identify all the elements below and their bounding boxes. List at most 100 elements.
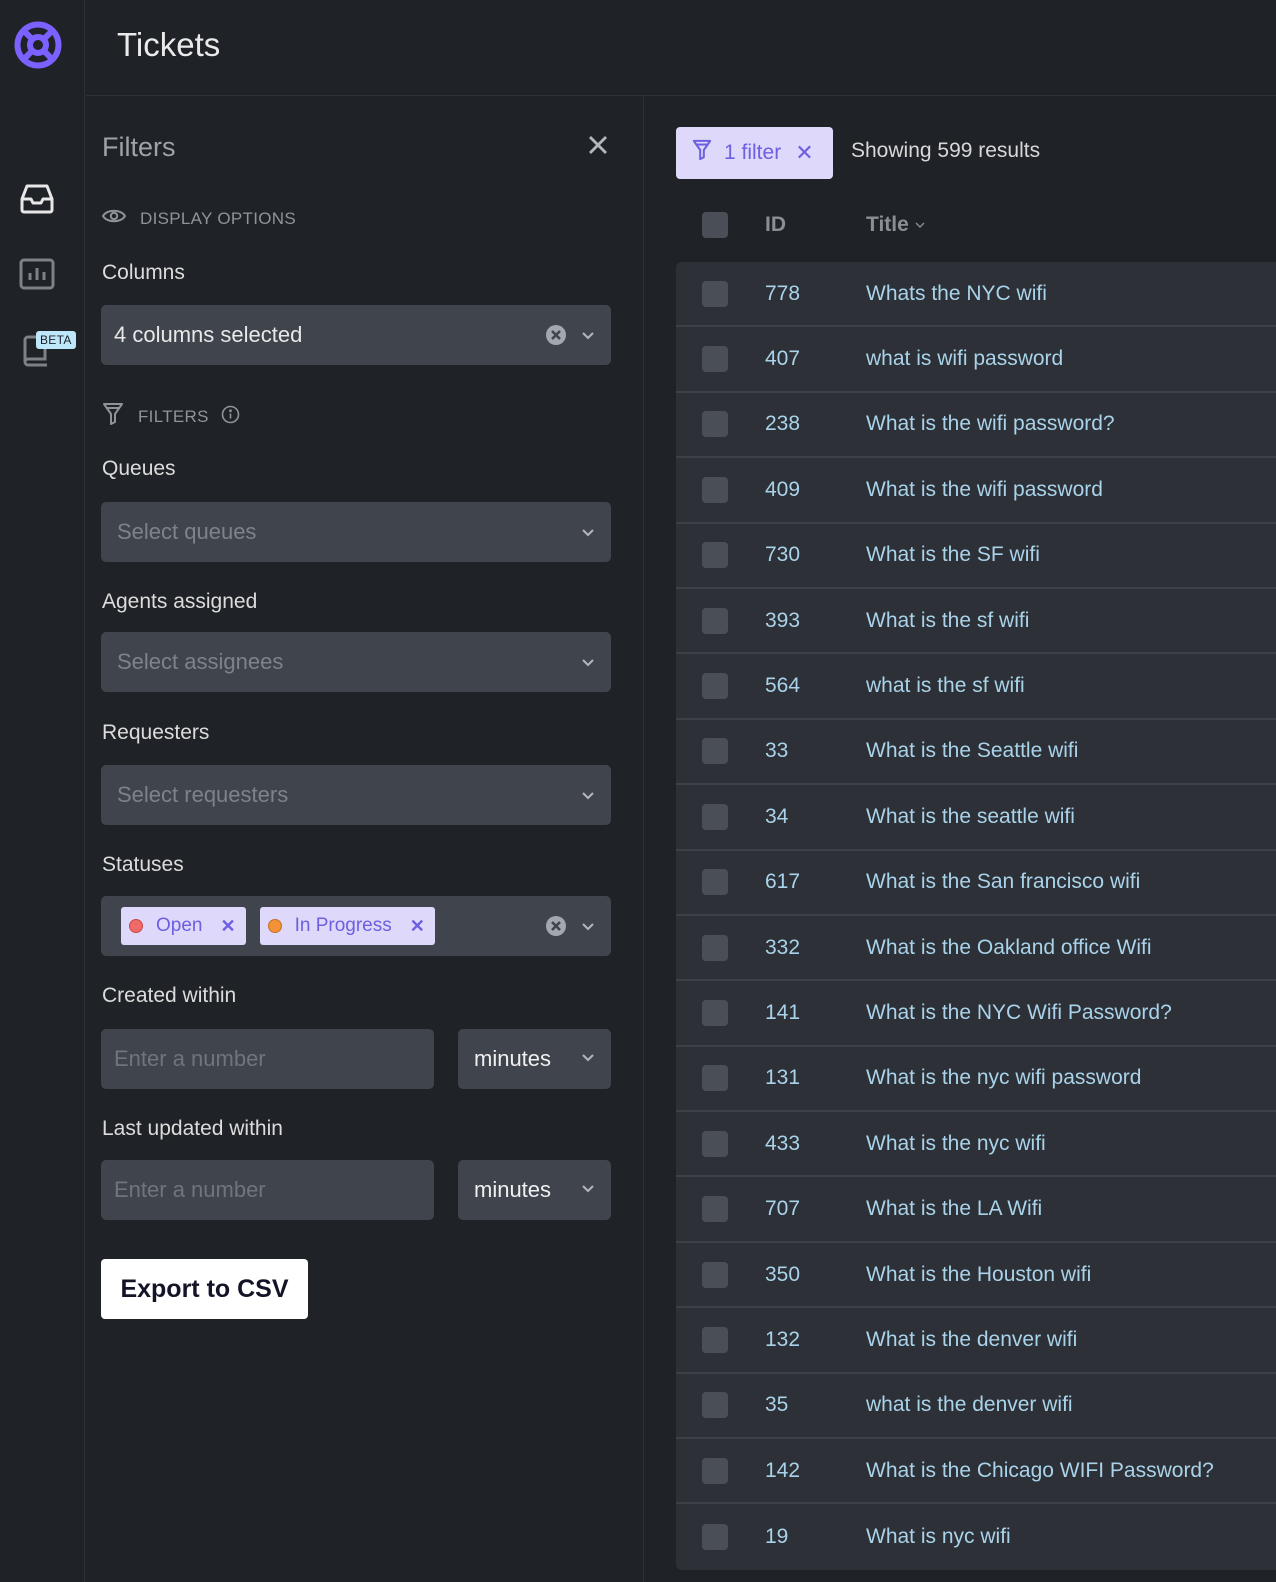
column-header-id[interactable]: ID	[765, 213, 786, 237]
ticket-title[interactable]: Whats the NYC wifi	[866, 282, 1047, 306]
close-icon	[585, 136, 611, 162]
table-row[interactable]: 350 What is the Houston wifi	[676, 1243, 1276, 1309]
columns-label: Columns	[102, 261, 185, 284]
row-checkbox[interactable]	[702, 1196, 728, 1223]
ticket-title[interactable]: what is wifi password	[866, 347, 1063, 371]
table-row[interactable]: 409 What is the wifi password	[676, 458, 1276, 524]
row-checkbox[interactable]	[702, 999, 728, 1026]
statuses-select[interactable]: Open ✕ In Progress ✕	[101, 896, 611, 956]
row-checkbox[interactable]	[702, 280, 728, 307]
ticket-title[interactable]: What is the LA Wifi	[866, 1197, 1042, 1221]
ticket-id: 707	[765, 1197, 801, 1221]
ticket-title[interactable]: What is the San francisco wifi	[866, 870, 1140, 894]
filters-label: FILTERS	[138, 406, 209, 426]
status-chip-open: Open ✕	[121, 907, 246, 945]
table-row[interactable]: 393 What is the sf wifi	[676, 589, 1276, 655]
created-within-input[interactable]	[101, 1029, 434, 1089]
row-checkbox[interactable]	[702, 738, 728, 765]
remove-chip-icon[interactable]: ✕	[410, 916, 425, 937]
row-checkbox[interactable]	[702, 346, 728, 373]
table-row[interactable]: 238 What is the wifi password?	[676, 393, 1276, 459]
ticket-title[interactable]: What is the sf wifi	[866, 609, 1029, 633]
ticket-title[interactable]: what is the denver wifi	[866, 1393, 1073, 1417]
row-checkbox[interactable]	[702, 1261, 728, 1288]
row-checkbox[interactable]	[702, 542, 728, 569]
row-checkbox[interactable]	[702, 1130, 728, 1157]
clear-filter-icon[interactable]: ✕	[795, 140, 813, 166]
remove-chip-icon[interactable]: ✕	[220, 916, 235, 937]
clear-statuses-icon[interactable]	[545, 915, 567, 937]
queues-select[interactable]: Select queues	[101, 502, 611, 562]
ticket-title[interactable]: What is the Seattle wifi	[866, 739, 1078, 763]
updated-within-unit-value: minutes	[474, 1177, 552, 1202]
row-checkbox[interactable]	[702, 1065, 728, 1092]
ticket-title[interactable]: What is the nyc wifi	[866, 1132, 1046, 1156]
ticket-title[interactable]: What is the Houston wifi	[866, 1263, 1091, 1287]
export-csv-button[interactable]: Export to CSV	[101, 1259, 308, 1319]
table-row[interactable]: 131 What is the nyc wifi password	[676, 1047, 1276, 1113]
row-checkbox[interactable]	[702, 1392, 728, 1419]
table-row[interactable]: 407 what is wifi password	[676, 327, 1276, 393]
column-header-title-label: Title	[866, 213, 909, 236]
table-row[interactable]: 35 what is the denver wifi	[676, 1374, 1276, 1440]
table-row[interactable]: 141 What is the NYC Wifi Password?	[676, 981, 1276, 1047]
requesters-select[interactable]: Select requesters	[101, 765, 611, 825]
row-checkbox[interactable]	[702, 1326, 728, 1353]
agents-select[interactable]: Select assignees	[101, 632, 611, 692]
queues-label: Queues	[102, 457, 176, 480]
close-filters-button[interactable]	[585, 132, 611, 158]
clear-columns-icon[interactable]	[545, 324, 567, 346]
display-options-label: DISPLAY OPTIONS	[140, 208, 296, 228]
row-checkbox[interactable]	[702, 607, 728, 634]
row-checkbox[interactable]	[702, 673, 728, 700]
updated-within-input[interactable]	[101, 1160, 434, 1220]
column-header-title[interactable]: Title	[866, 213, 926, 237]
table-row[interactable]: 19 What is nyc wifi	[676, 1504, 1276, 1569]
columns-select[interactable]: 4 columns selected	[101, 305, 611, 365]
ticket-title[interactable]: What is the Oakland office Wifi	[866, 936, 1152, 960]
ticket-title[interactable]: What is nyc wifi	[866, 1525, 1011, 1549]
row-checkbox[interactable]	[702, 1524, 728, 1551]
row-checkbox[interactable]	[702, 869, 728, 896]
ticket-title[interactable]: what is the sf wifi	[866, 674, 1025, 698]
ticket-title[interactable]: What is the Chicago WIFI Password?	[866, 1459, 1214, 1483]
ticket-id: 350	[765, 1262, 801, 1286]
table-row[interactable]: 778 Whats the NYC wifi	[676, 262, 1276, 328]
ticket-id: 433	[765, 1131, 801, 1155]
ticket-title[interactable]: What is the SF wifi	[866, 543, 1040, 567]
table-row[interactable]: 34 What is the seattle wifi	[676, 785, 1276, 851]
active-filter-pill[interactable]: 1 filter ✕	[676, 127, 833, 179]
ticket-title[interactable]: What is the nyc wifi password	[866, 1066, 1141, 1090]
ticket-title[interactable]: What is the denver wifi	[866, 1328, 1077, 1352]
ticket-title[interactable]: What is the seattle wifi	[866, 805, 1075, 829]
eye-icon	[101, 208, 127, 229]
table-row[interactable]: 707 What is the LA Wifi	[676, 1177, 1276, 1243]
row-checkbox[interactable]	[702, 803, 728, 830]
info-icon[interactable]	[221, 405, 240, 429]
ticket-title[interactable]: What is the NYC Wifi Password?	[866, 1001, 1172, 1025]
ticket-id: 34	[765, 804, 789, 828]
created-within-unit-select[interactable]: minutes	[458, 1029, 611, 1089]
table-row[interactable]: 730 What is the SF wifi	[676, 524, 1276, 589]
row-checkbox[interactable]	[702, 476, 728, 503]
select-all-checkbox[interactable]	[702, 212, 728, 238]
table-row[interactable]: 332 What is the Oakland office Wifi	[676, 916, 1276, 982]
table-row[interactable]: 33 What is the Seattle wifi	[676, 720, 1276, 786]
table-row[interactable]: 433 What is the nyc wifi	[676, 1112, 1276, 1178]
row-checkbox[interactable]	[702, 1457, 728, 1484]
logo-icon[interactable]	[13, 20, 63, 70]
nav-item-analytics[interactable]	[18, 257, 56, 295]
ticket-id: 332	[765, 935, 801, 959]
updated-within-unit-select[interactable]: minutes	[458, 1160, 611, 1220]
row-checkbox[interactable]	[702, 934, 728, 961]
row-checkbox[interactable]	[702, 411, 728, 438]
table-row[interactable]: 142 What is the Chicago WIFI Password?	[676, 1439, 1276, 1505]
nav-item-inbox[interactable]	[18, 182, 56, 220]
table-row[interactable]: 564 what is the sf wifi	[676, 654, 1276, 720]
page-header: Tickets	[86, 0, 1276, 96]
table-row[interactable]: 617 What is the San francisco wifi	[676, 851, 1276, 916]
table-row[interactable]: 132 What is the denver wifi	[676, 1308, 1276, 1374]
ticket-title[interactable]: What is the wifi password	[866, 478, 1103, 502]
ticket-title[interactable]: What is the wifi password?	[866, 412, 1115, 436]
ticket-id: 142	[765, 1458, 801, 1482]
